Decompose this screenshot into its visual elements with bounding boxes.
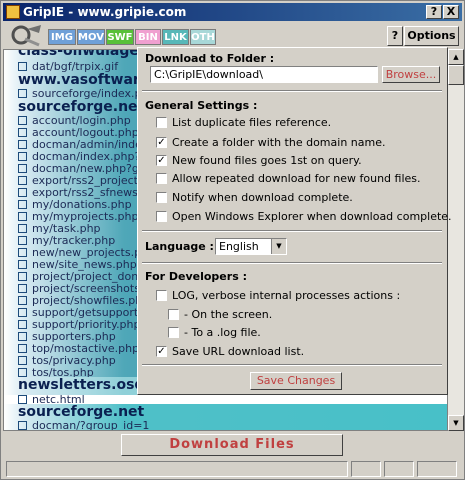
download-folder-input[interactable]: C:\GripIE\download\ [150,66,378,83]
language-label: Language : [145,240,214,253]
row-checkbox[interactable] [18,344,27,353]
row-checkbox[interactable] [18,356,27,365]
row-checkbox[interactable] [18,188,27,197]
close-button[interactable]: X [443,5,459,19]
checkbox[interactable] [156,290,167,301]
checkbox[interactable] [156,117,167,128]
row-checkbox[interactable] [18,212,27,221]
checkbox[interactable] [168,327,179,338]
row-checkbox[interactable] [18,284,27,293]
row-checkbox[interactable] [18,320,27,329]
chevron-down-icon[interactable]: ▼ [271,239,286,254]
app-window: GripIE - www.gripie.com ? X IMG MOV SWF … [0,0,465,480]
browse-button[interactable]: Browse... [382,66,440,83]
filter-bin-tab[interactable]: BIN [135,29,161,45]
filter-img-tab[interactable]: IMG [48,29,76,45]
checkbox[interactable] [168,309,179,320]
checkbox[interactable]: ✓ [156,155,167,166]
row-checkbox[interactable] [18,128,27,137]
checkbox[interactable] [156,173,167,184]
title-bar: GripIE - www.gripie.com ? X [3,3,462,21]
help-title-button[interactable]: ? [426,5,442,19]
status-panel-main [6,461,348,477]
row-checkbox[interactable] [18,308,27,317]
row-checkbox[interactable] [18,176,27,185]
checkbox-label: List duplicate files reference. [172,116,332,129]
options-button[interactable]: Options [404,26,459,46]
toolbar: IMG MOV SWF BIN LNK OTH ? Options [3,23,462,49]
filter-lnk-tab[interactable]: LNK [162,29,189,45]
dev-section-title: For Developers : [145,270,247,283]
checkbox[interactable]: ✓ [156,346,167,357]
checkbox-label: Save URL download list. [172,345,305,358]
checkbox-label: Allow repeated download for new found fi… [172,172,421,185]
scroll-thumb[interactable] [448,65,464,85]
row-checkbox[interactable] [18,116,27,125]
filter-swf-tab[interactable]: SWF [106,29,134,45]
window-title: GripIE - www.gripie.com [23,5,187,19]
checkbox-label: - On the screen. [184,308,273,321]
row-checkbox[interactable] [18,368,27,377]
row-checkbox[interactable] [18,164,27,173]
row-checkbox[interactable] [18,296,27,305]
status-panel-3 [384,461,414,477]
filter-mov-tab[interactable]: MOV [77,29,105,45]
divider [142,364,442,366]
checkbox[interactable]: ✓ [156,137,167,148]
row-checkbox[interactable] [18,200,27,209]
options-panel: Download to Folder : C:\GripIE\download\… [137,47,452,395]
checkbox-label: Open Windows Explorer when download comp… [172,210,452,223]
app-icon [6,5,20,19]
row-checkbox[interactable] [18,236,27,245]
row-checkbox[interactable] [18,140,27,149]
row-checkbox[interactable] [18,248,27,257]
download-files-button[interactable]: Download Files [121,434,343,456]
status-panel-4 [417,461,457,477]
checkbox-label: Create a folder with the domain name. [172,136,386,149]
language-select[interactable]: English ▼ [215,238,287,255]
checkbox-label: New found files goes 1st on query. [172,154,362,167]
save-changes-button[interactable]: Save Changes [250,372,342,390]
vertical-scrollbar[interactable]: ▲ ▼ [448,49,464,431]
download-section-title: Download to Folder : [145,52,275,65]
language-value: English [219,240,259,253]
gripie-logo-icon [11,25,41,47]
checkbox-label: Notify when download complete. [172,191,353,204]
help-button[interactable]: ? [387,26,403,46]
filter-oth-tab[interactable]: OTH [190,29,216,45]
scroll-up-icon[interactable]: ▲ [448,49,464,65]
status-panel-2 [351,461,381,477]
checkbox-label: - To a .log file. [184,326,261,339]
checkbox[interactable] [156,211,167,222]
divider [142,262,442,264]
divider [142,90,442,92]
row-checkbox[interactable] [18,272,27,281]
checkbox-label: LOG, verbose internal processes actions … [172,289,401,302]
general-section-title: General Settings : [145,99,258,112]
row-checkbox[interactable] [18,152,27,161]
row-checkbox[interactable] [18,224,27,233]
divider [142,230,442,232]
scroll-down-icon[interactable]: ▼ [448,415,464,431]
row-checkbox[interactable] [18,260,27,269]
row-checkbox[interactable] [18,332,27,341]
checkbox[interactable] [156,192,167,203]
